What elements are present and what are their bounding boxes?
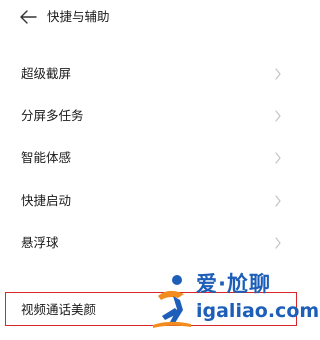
menu-item-label: 分屏多任务 [21, 108, 84, 123]
chevron-right-icon [275, 237, 281, 249]
running-figure-icon [153, 275, 191, 328]
page-title: 快捷与辅助 [47, 9, 110, 24]
menu-item-super-screenshot[interactable]: 超级截屏 [0, 59, 309, 89]
chevron-right-icon [275, 110, 281, 122]
chevron-right-icon [275, 152, 281, 164]
menu-item-label: 智能体感 [21, 150, 72, 165]
app-header: 快捷与辅助 [0, 0, 309, 36]
chevron-right-icon [275, 195, 281, 207]
arrow-left-icon[interactable] [19, 9, 37, 25]
chevron-right-icon [275, 68, 281, 80]
menu-item-label: 视频通话美颜 [21, 302, 97, 317]
menu-item-floating-ball[interactable]: 悬浮球 [0, 228, 309, 258]
menu-item-label: 超级截屏 [21, 66, 72, 81]
menu-item-quick-launch[interactable]: 快捷启动 [0, 186, 309, 216]
menu-item-smart-motion[interactable]: 智能体感 [0, 143, 309, 173]
menu-item-label: 悬浮球 [21, 235, 59, 250]
watermark-text-bottom: igaliao.com [196, 300, 320, 322]
watermark-text-top: 爱·尬聊 [196, 272, 271, 296]
menu-item-split-screen[interactable]: 分屏多任务 [0, 101, 309, 131]
menu-item-label: 快捷启动 [21, 193, 72, 208]
watermark-logo: 爱·尬聊 igaliao.com [150, 268, 319, 332]
